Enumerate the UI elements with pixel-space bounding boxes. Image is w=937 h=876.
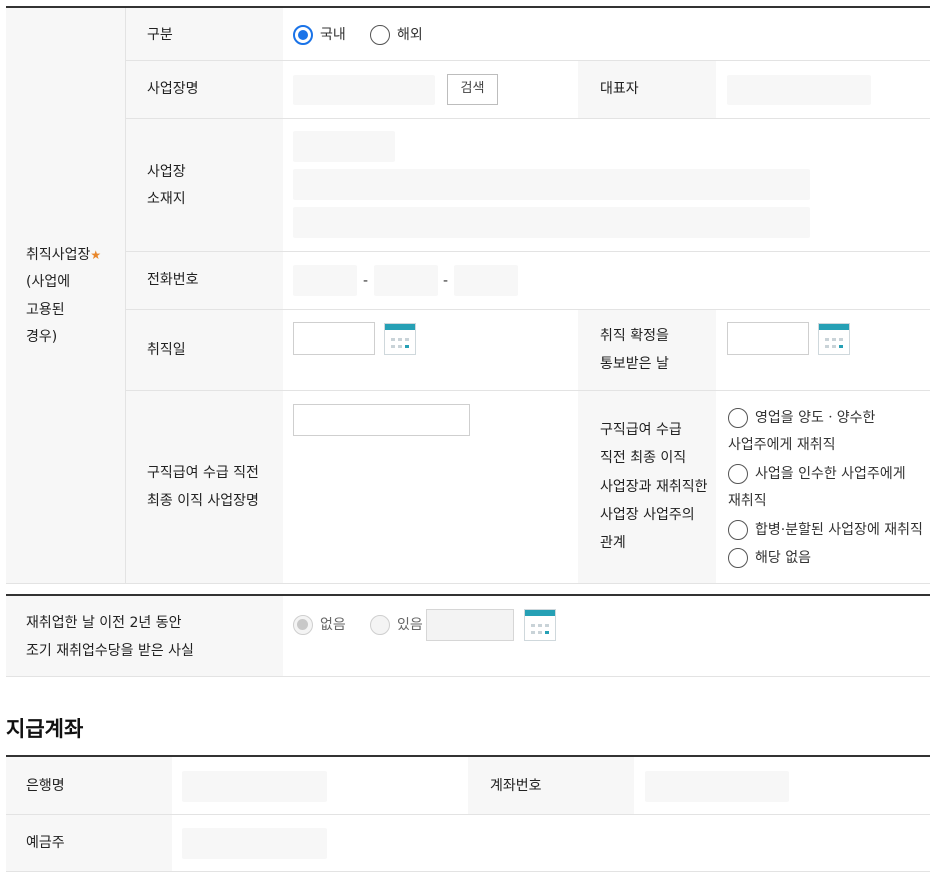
address-label: 사업장 xyxy=(147,164,186,180)
type-label: 구분 xyxy=(147,27,173,43)
domestic-radio[interactable] xyxy=(293,25,313,45)
row-divider xyxy=(126,60,930,61)
required-star-icon: ★ xyxy=(90,248,102,262)
representative-label: 대표자 xyxy=(600,81,639,97)
overseas-radio[interactable] xyxy=(370,25,390,45)
row-divider xyxy=(6,676,930,677)
section-title: 지급계좌 xyxy=(6,717,84,741)
relation-option-label-sub: 재취직 xyxy=(728,493,767,509)
representative-label-cell xyxy=(578,61,716,118)
phone-label: 전화번호 xyxy=(147,272,199,288)
address-detail-field[interactable] xyxy=(293,207,810,238)
confirm-date-input[interactable] xyxy=(727,322,809,355)
domestic-radio-label: 국내 xyxy=(320,27,346,43)
group-label-sub1: (사업에 xyxy=(26,274,71,290)
phone-field-2[interactable] xyxy=(374,265,438,296)
search-button[interactable]: 검색 xyxy=(447,74,498,105)
relation-label-4: 사업장 사업주의 xyxy=(600,507,695,523)
row-divider xyxy=(126,251,930,252)
bank-label: 은행명 xyxy=(26,778,65,794)
calendar-icon[interactable] xyxy=(524,609,556,641)
company-name-label: 사업장명 xyxy=(147,81,199,97)
row-divider xyxy=(6,583,930,584)
calendar-icon[interactable] xyxy=(818,323,850,355)
representative-field[interactable] xyxy=(727,75,871,105)
relation-option-label: 영업을 양도ㆍ양수한 xyxy=(755,410,876,426)
relation-option-label: 합병·분할된 사업장에 재취직 xyxy=(755,522,923,538)
confirm-date-label-sub: 통보받은 날 xyxy=(600,356,669,372)
early-allowance-label-sub: 조기 재취업수당을 받은 사실 xyxy=(26,643,194,659)
group-label-sub2: 고용된 xyxy=(26,302,65,318)
last-company-input[interactable] xyxy=(293,404,470,436)
holder-field[interactable] xyxy=(182,828,327,859)
group-label: 취직사업장★ xyxy=(26,247,102,263)
allowance-yes-label: 있음 xyxy=(397,617,423,633)
relation-option-label-sub: 사업주에게 재취직 xyxy=(728,437,836,453)
confirm-date-label: 취직 확정을 xyxy=(600,328,669,344)
relation-radio-merger[interactable] xyxy=(728,520,748,540)
phone-field-1[interactable] xyxy=(293,265,357,296)
allowance-yes-radio[interactable] xyxy=(370,615,390,635)
calendar-icon[interactable] xyxy=(384,323,416,355)
row-divider xyxy=(126,309,930,310)
phone-field-3[interactable] xyxy=(454,265,518,296)
relation-label-3: 사업장과 재취직한 xyxy=(600,479,708,495)
allowance-date-input[interactable] xyxy=(426,609,514,641)
bank-field[interactable] xyxy=(182,771,327,802)
last-company-label: 구직급여 수급 직전 xyxy=(147,465,259,481)
allowance-none-radio[interactable] xyxy=(293,615,313,635)
relation-radio-none[interactable] xyxy=(728,548,748,568)
postal-code-field[interactable] xyxy=(293,131,395,162)
phone-separator: - xyxy=(363,273,369,289)
address-field[interactable] xyxy=(293,169,810,200)
relation-option-label: 해당 없음 xyxy=(755,550,811,566)
phone-separator: - xyxy=(443,273,449,289)
row-divider xyxy=(6,871,930,872)
hire-date-input[interactable] xyxy=(293,322,375,355)
relation-radio-acquire[interactable] xyxy=(728,464,748,484)
row-divider xyxy=(126,118,930,119)
account-number-field[interactable] xyxy=(645,771,789,802)
early-allowance-label: 재취업한 날 이전 2년 동안 xyxy=(26,615,182,631)
account-number-label: 계좌번호 xyxy=(490,778,542,794)
relation-label-2: 직전 최종 이직 xyxy=(600,450,687,466)
company-name-field[interactable] xyxy=(293,75,435,105)
relation-option-label: 사업을 인수한 사업주에게 xyxy=(755,466,906,482)
relation-label: 구직급여 수급 xyxy=(600,422,682,438)
row-divider xyxy=(126,390,930,391)
hire-date-label: 취직일 xyxy=(147,342,186,358)
group-label-sub3: 경우) xyxy=(26,329,58,345)
last-company-label-sub: 최종 이직 사업장명 xyxy=(147,493,259,509)
holder-label: 예금주 xyxy=(26,835,65,851)
relation-label-5: 관계 xyxy=(600,535,626,551)
allowance-none-label: 없음 xyxy=(320,617,346,633)
relation-radio-transfer[interactable] xyxy=(728,408,748,428)
address-label-sub: 소재지 xyxy=(147,191,186,207)
overseas-radio-label: 해외 xyxy=(397,27,423,43)
